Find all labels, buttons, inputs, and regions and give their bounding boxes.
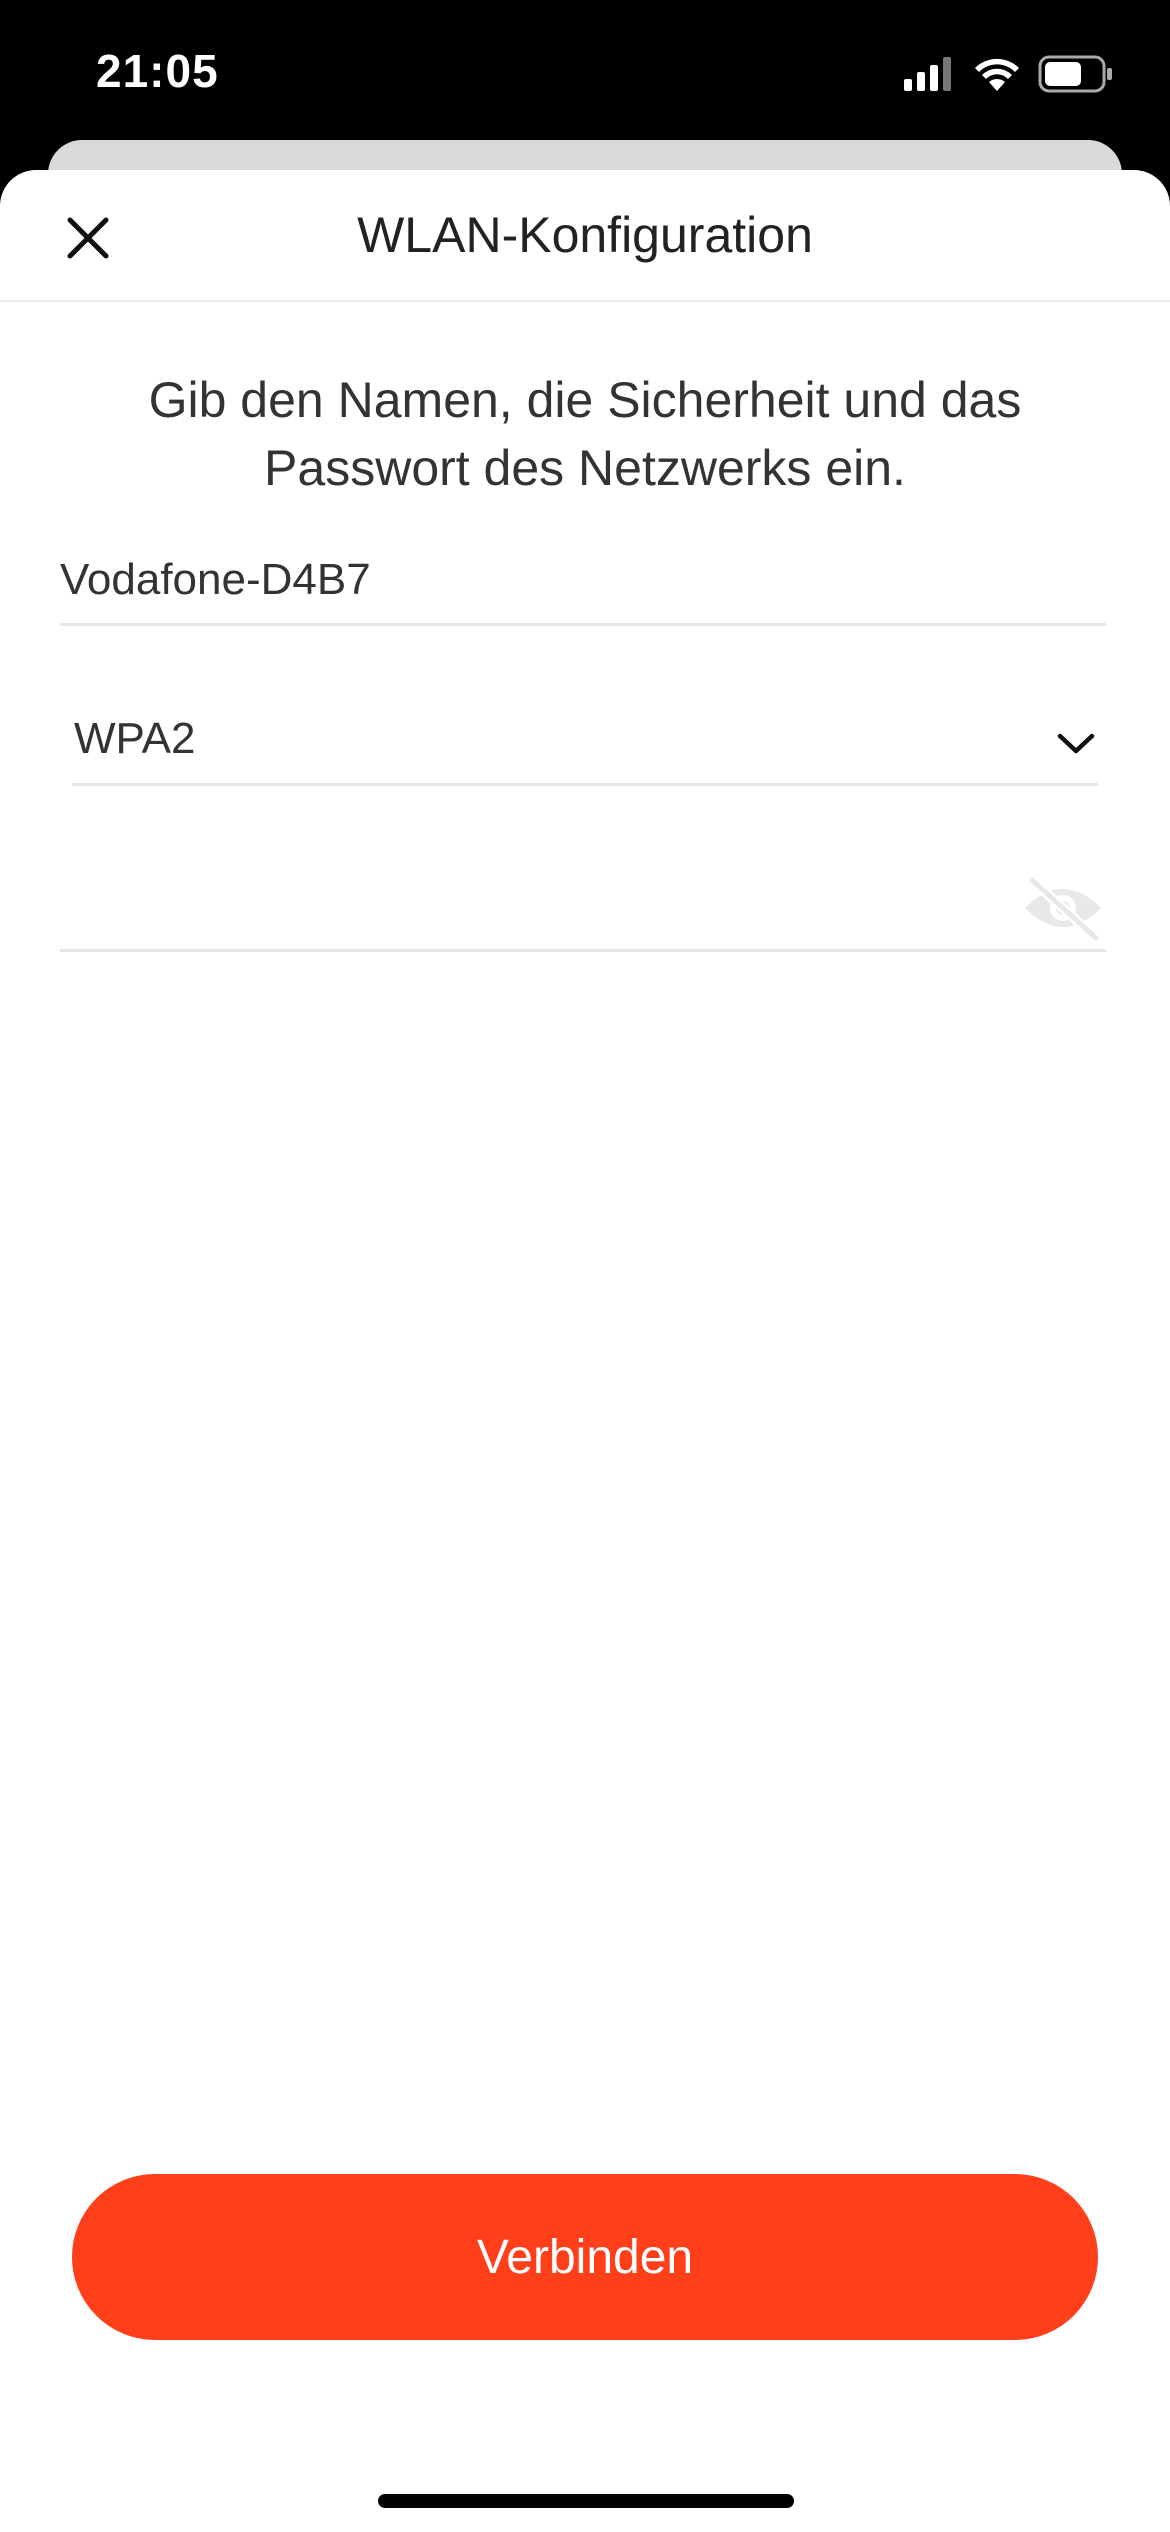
- security-select[interactable]: WPA2: [72, 700, 1098, 786]
- network-name-field: [60, 540, 1106, 626]
- status-time: 21:05: [96, 45, 219, 97]
- eye-off-icon: [1025, 875, 1101, 943]
- wifi-icon: [975, 58, 1019, 91]
- chevron-down-icon: [1057, 733, 1095, 754]
- password-input[interactable]: [60, 866, 1000, 946]
- password-visibility-toggle[interactable]: [1020, 870, 1106, 946]
- cellular-signal-icon: [904, 57, 951, 91]
- page-title: WLAN-Konfiguration: [357, 207, 813, 263]
- status-bar: 21:05: [0, 0, 1170, 150]
- network-name-input[interactable]: [60, 540, 1106, 620]
- navigation-bar: WLAN-Konfiguration: [0, 170, 1170, 302]
- wlan-config-sheet: WLAN-Konfiguration Gib den Namen, die Si…: [0, 170, 1170, 2532]
- security-selected-value: WPA2: [74, 714, 196, 763]
- status-icons: [904, 52, 1114, 96]
- instructions-text: Gib den Namen, die Sicherheit und das Pa…: [148, 372, 1022, 496]
- battery-icon: [1038, 55, 1112, 93]
- connect-button[interactable]: Verbinden: [72, 2174, 1098, 2340]
- home-indicator: [378, 2494, 794, 2508]
- password-field: [60, 866, 1106, 952]
